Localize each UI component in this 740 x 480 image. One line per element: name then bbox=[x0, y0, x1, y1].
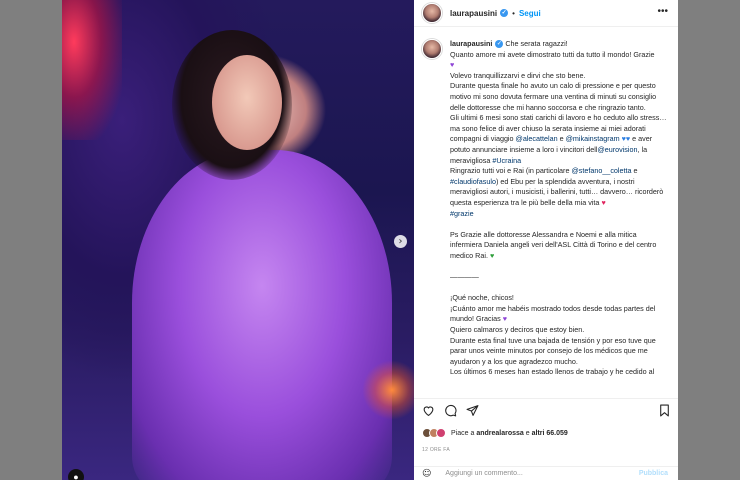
verified-icon: ✓ bbox=[500, 9, 509, 18]
header-username[interactable]: laurapausini ✓ bbox=[450, 9, 509, 18]
post-side-panel: laurapausini ✓ • Segui ••• laurapausini ✓ … bbox=[414, 0, 678, 480]
post-date: 12 ORE FA bbox=[422, 447, 450, 453]
caption-line: Ps Grazie alle dottoresse Alessandra e N… bbox=[450, 229, 657, 260]
purple-dress bbox=[132, 150, 392, 480]
avatar[interactable] bbox=[422, 3, 442, 23]
bookmark-icon[interactable] bbox=[658, 404, 671, 417]
mention-link[interactable]: @eurovision bbox=[597, 145, 637, 154]
caption-area[interactable]: laurapausini ✓ Che serata ragazzi! Quanto… bbox=[414, 27, 678, 395]
likes-text[interactable]: Piace a andrealarossa e altri 66.059 bbox=[451, 430, 568, 437]
separator-dot: • bbox=[512, 8, 515, 18]
liker-avatar bbox=[436, 428, 446, 438]
caption-line: Durante questa finale ho avuto un calo d… bbox=[450, 81, 657, 112]
caption-line: e bbox=[559, 134, 564, 144]
comment-bar: ☺ Aggiungi un commento... Pubblica bbox=[414, 466, 678, 480]
caption-line: Volevo tranquillizzarvi e dirvi che sto … bbox=[450, 70, 586, 80]
comment-icon[interactable] bbox=[444, 404, 457, 417]
action-bar bbox=[414, 398, 678, 422]
mention-link[interactable]: @alecattelan bbox=[516, 134, 558, 143]
share-icon[interactable] bbox=[466, 404, 479, 417]
caption-line: Ringrazio tutti voi e Rai (in particolar… bbox=[450, 166, 570, 176]
caption-username[interactable]: laurapausini bbox=[450, 39, 492, 48]
blue-heart-icon: ♥♥ bbox=[621, 134, 631, 144]
green-heart-icon: ♥ bbox=[489, 250, 495, 260]
post-header: laurapausini ✓ • Segui ••• bbox=[414, 0, 678, 27]
more-options-icon[interactable]: ••• bbox=[657, 6, 668, 17]
caption-line: Quanto amore mi avete dimostrato tutti d… bbox=[450, 49, 655, 59]
caption-separator: ———— bbox=[450, 272, 479, 282]
stage-light-red bbox=[62, 0, 122, 140]
smiley-icon[interactable]: ☺ bbox=[422, 469, 431, 479]
caption-avatar[interactable] bbox=[422, 39, 442, 59]
mention-link[interactable]: @stefano__coletta bbox=[571, 166, 631, 175]
singer-face bbox=[212, 55, 282, 150]
caption-line: Durante esta final tuve una bajada de te… bbox=[450, 335, 656, 366]
likes-count[interactable]: altri 66.059 bbox=[532, 430, 568, 437]
red-heart-icon: ♥ bbox=[601, 197, 606, 207]
caption-line: e bbox=[633, 166, 638, 176]
user-tag-icon[interactable]: ● bbox=[68, 469, 84, 480]
caption-line: ¡Cuánto amor me habéis mostrado todos de… bbox=[450, 303, 656, 324]
caption-line: ¡Qué noche, chicos! bbox=[450, 293, 514, 303]
purple-heart-icon: ♥ bbox=[502, 314, 508, 324]
publish-button[interactable]: Pubblica bbox=[639, 470, 668, 477]
comment-input[interactable]: Aggiungi un commento... bbox=[445, 470, 522, 477]
caption-line: Che serata ragazzi! bbox=[505, 39, 568, 48]
liker-username[interactable]: andrealarossa bbox=[476, 430, 523, 437]
likes-row: Piace a andrealarossa e altri 66.059 bbox=[422, 428, 568, 438]
heart-outline-icon[interactable] bbox=[422, 404, 435, 417]
caption-line: Los últimos 6 meses han estado llenos de… bbox=[450, 367, 655, 377]
verified-icon: ✓ bbox=[495, 40, 504, 49]
post-photo[interactable] bbox=[62, 0, 414, 480]
hashtag-link[interactable]: #Ucraina bbox=[492, 156, 521, 165]
hashtag-link[interactable]: #grazie bbox=[450, 209, 474, 218]
caption-line: Quiero calmaros y deciros que estoy bien… bbox=[450, 325, 585, 335]
caption-text: laurapausini ✓ Che serata ragazzi! Quanto… bbox=[450, 39, 670, 378]
purple-heart-icon: ♥ bbox=[450, 60, 455, 70]
chevron-right-icon[interactable]: › bbox=[394, 235, 407, 248]
stage-light-orange bbox=[362, 360, 414, 420]
mention-link[interactable]: @mikainstagram bbox=[566, 134, 620, 143]
follow-button[interactable]: Segui bbox=[519, 9, 541, 18]
hashtag-link[interactable]: #claudiofasulo bbox=[450, 177, 496, 186]
